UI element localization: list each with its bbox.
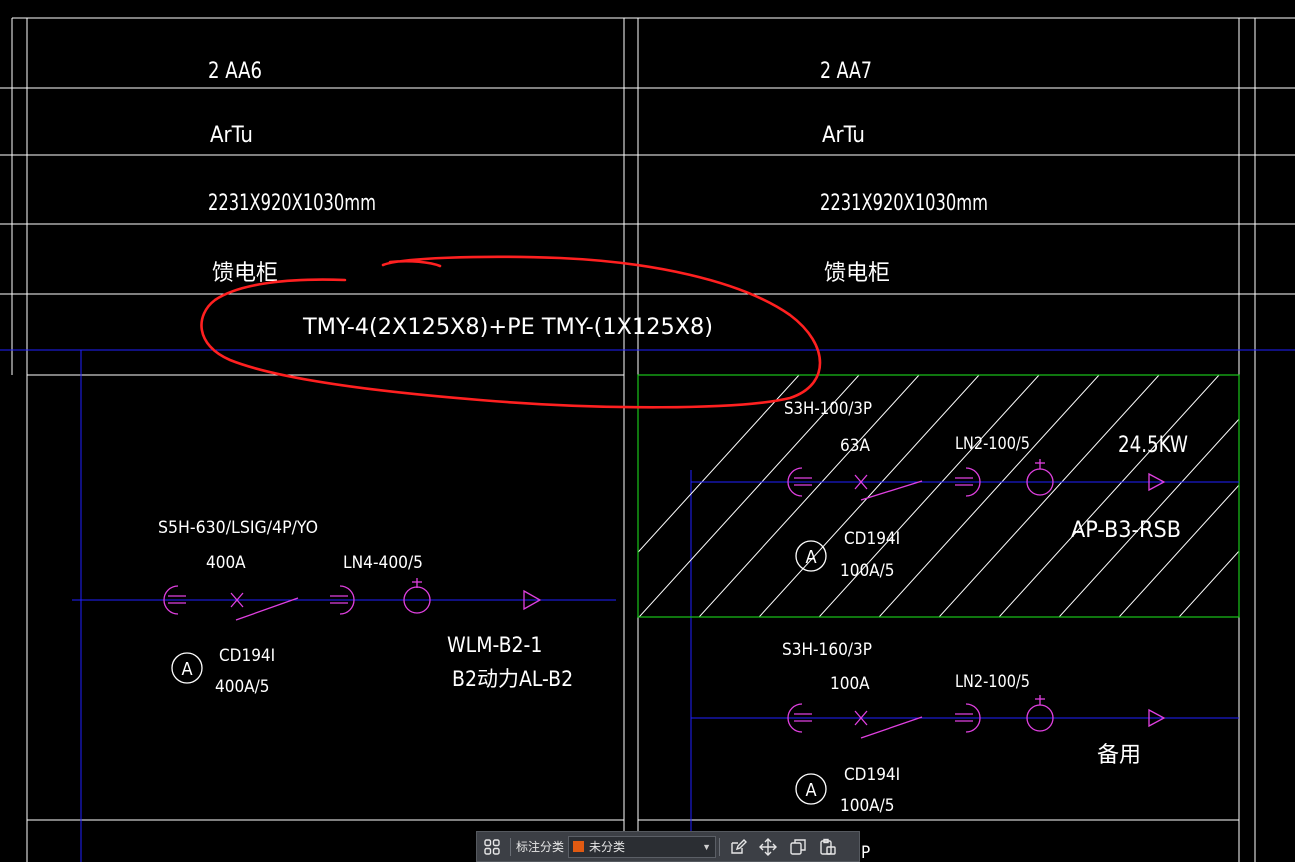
meter-model-right-2: CD194I: [844, 765, 900, 785]
ammeter-symbol-left: A: [181, 659, 192, 680]
destination-right-1: AP-B3-RSB: [1071, 518, 1181, 543]
ammeter-symbol-right-1: A: [805, 547, 816, 568]
partial-text: P: [861, 843, 870, 862]
meter-ratio-right-1: 100A/5: [840, 561, 895, 581]
feeder-id-left: WLM-B2-1: [447, 633, 542, 657]
busbar-spec: TMY-4(2X125X8)+PE TMY-(1X125X8): [302, 315, 713, 340]
grid-icon[interactable]: [477, 832, 507, 861]
destination-left: B2动力AL-B2: [452, 667, 573, 691]
circuit-left[interactable]: A S5H-630/LSIG/4P/YO 400A LN4-400/5 CD19…: [72, 518, 616, 697]
breaker-model-right-2: S3H-160/3P: [782, 640, 872, 660]
cabinet-dimensions-left: 2231X920X1030mm: [208, 191, 376, 216]
breaker-current-right-1: 63A: [840, 436, 870, 456]
breaker-model-left: S5H-630/LSIG/4P/YO: [158, 518, 318, 538]
cabinet-id-left: 2 AA6: [208, 59, 262, 84]
hatched-selection-area[interactable]: [540, 330, 1295, 660]
reference-lines: [0, 349, 1295, 862]
cabinet-id-right: 2 AA7: [820, 59, 872, 84]
category-color-swatch: [573, 841, 585, 852]
toolbar-divider: [719, 837, 721, 856]
meter-model-right-1: CD194I: [844, 529, 900, 549]
move-icon[interactable]: [753, 832, 783, 861]
annotation-toolbar: 标注分类 未分类 ▼: [476, 831, 860, 862]
cabinet-type-right: ArTu: [822, 123, 865, 148]
destination-right-2: 备用: [1097, 743, 1141, 768]
cabinet-type-left: ArTu: [210, 123, 253, 148]
ct-model-right-2: LN2-100/5: [955, 672, 1030, 692]
cad-drawing-canvas[interactable]: 2 AA6 2 AA7 ArTu ArTu 2231X920X1030mm 22…: [0, 0, 1295, 862]
toolbar-divider: [510, 837, 511, 856]
cabinet-function-right: 馈电柜: [824, 261, 890, 286]
category-select[interactable]: 未分类 ▼: [568, 835, 717, 858]
copy-icon[interactable]: [783, 832, 813, 861]
cabinet-dimensions-right: 2231X920X1030mm: [820, 191, 988, 216]
breaker-current-right-2: 100A: [830, 674, 870, 694]
breaker-current-left: 400A: [206, 553, 246, 573]
edit-icon[interactable]: [723, 832, 753, 861]
ct-model-left: LN4-400/5: [343, 553, 423, 573]
breaker-model-right-1: S3H-100/3P: [784, 399, 872, 419]
category-value: 未分类: [589, 840, 626, 854]
chevron-down-icon: ▼: [702, 841, 712, 852]
meter-model-left: CD194I: [219, 646, 275, 666]
meter-ratio-right-2: 100A/5: [840, 796, 895, 816]
ammeter-symbol-right-2: A: [805, 780, 816, 801]
power-rating-right-1: 24.5KW: [1118, 433, 1188, 458]
meter-ratio-left: 400A/5: [215, 677, 270, 697]
breaker-contact: [235, 597, 299, 621]
category-label: 标注分类: [516, 840, 565, 854]
paste-icon[interactable]: [813, 832, 843, 861]
ct-model-right-1: LN2-100/5: [955, 434, 1030, 454]
circuit-right-1[interactable]: A S3H-100/3P 63A LN2-100/5 24.5KW CD194I…: [691, 399, 1239, 581]
circuit-right-2[interactable]: A S3H-160/3P 100A LN2-100/5 CD194I 100A/…: [691, 640, 1239, 862]
table-grid: [0, 17, 1295, 862]
